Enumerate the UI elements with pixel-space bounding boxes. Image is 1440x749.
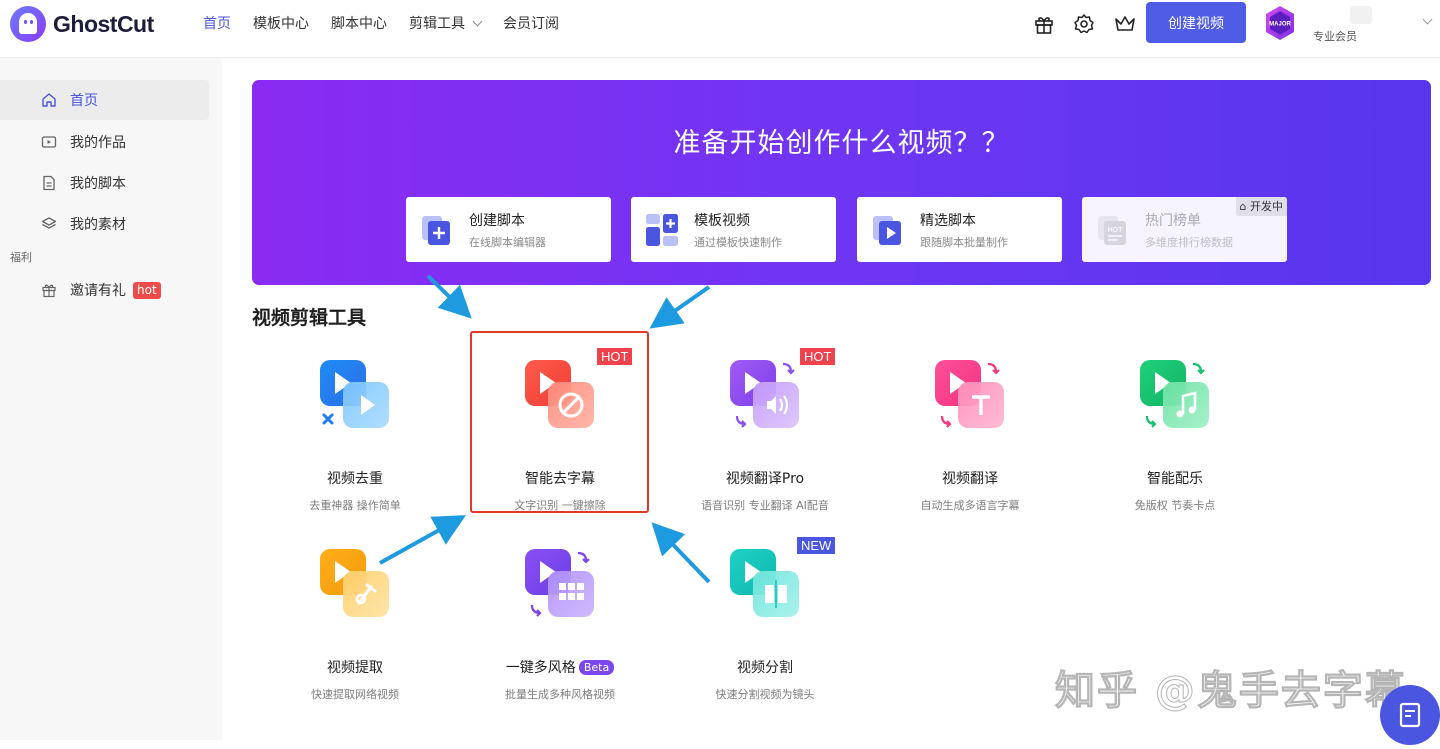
card-title: 创建脚本 <box>469 212 525 229</box>
tool-video-translate-pro[interactable]: 视频翻译Pro 语音识别 专业翻译 AI配音 <box>675 358 855 513</box>
avatar-badge-text: MAJOR <box>1269 22 1291 28</box>
tool-name: 一键多风格 <box>505 660 576 676</box>
nav-edit-tools[interactable]: 剪辑工具 <box>409 13 483 33</box>
highlight-box <box>470 331 649 513</box>
hot-list-icon: HOT <box>1098 215 1126 245</box>
hot-rankings-card: HOT 热门榜单 多维度排行榜数据 ⌂ 开发中 <box>1082 197 1287 262</box>
logo[interactable]: GhostCut <box>10 6 154 42</box>
crown-icon[interactable] <box>1114 13 1136 35</box>
sidebar-group-label: 福利 <box>10 251 32 264</box>
gift-icon <box>42 284 56 298</box>
template-grid-icon <box>646 213 678 246</box>
username-redacted <box>1350 6 1372 24</box>
video-translate-pro-icon <box>730 360 799 428</box>
tool-subtitle: 自动生成多语言字幕 <box>920 499 1020 512</box>
create-video-button[interactable]: 创建视频 <box>1146 2 1246 43</box>
tool-smart-music[interactable]: 智能配乐 免版权 节奏卡点 <box>1085 358 1265 513</box>
arrow-2 <box>649 285 711 329</box>
layers-icon <box>41 217 57 229</box>
home-icon <box>42 93 56 107</box>
tool-multi-style[interactable]: 一键多风格 Beta 批量生成多种风格视频 <box>470 547 650 702</box>
sidebar-item-label: 我的脚本 <box>70 176 126 192</box>
nav-home[interactable]: 首页 <box>203 13 231 33</box>
tool-video-dedup[interactable]: 视频去重 去重神器 操作简单 <box>265 358 445 513</box>
main-nav: 首页 模板中心 脚本中心 剪辑工具 会员订阅 <box>203 0 581 46</box>
tool-subtitle: 快速提取网络视频 <box>311 688 399 701</box>
video-split-icon <box>730 549 799 617</box>
card-title: 精选脚本 <box>920 212 976 229</box>
ghost-logo-icon <box>10 6 46 42</box>
tool-subtitle: 快速分割视频为镜头 <box>715 688 815 701</box>
multi-style-icon <box>525 549 594 617</box>
sidebar-item-label: 邀请有礼 <box>70 283 126 299</box>
tool-name: 视频分割 <box>737 660 793 676</box>
tool-name: 视频翻译 <box>942 471 998 487</box>
card-subtitle: 在线脚本编辑器 <box>469 235 546 249</box>
top-bar: GhostCut 首页 模板中心 脚本中心 剪辑工具 会员订阅 创建视频 MAJ… <box>0 0 1440 58</box>
tool-video-translate[interactable]: 视频翻译 自动生成多语言字幕 <box>880 358 1060 513</box>
hot-badge: hot <box>133 281 161 299</box>
in-development-tag: ⌂ 开发中 <box>1235 197 1287 216</box>
document-icon <box>43 175 55 191</box>
hot-tag: HOT <box>800 348 836 365</box>
watermark: 知乎 @鬼手去字幕 <box>1055 668 1407 715</box>
feedback-button[interactable] <box>1380 685 1440 745</box>
smart-music-icon <box>1140 360 1209 428</box>
sidebar-item-home[interactable]: 首页 <box>0 80 209 120</box>
member-level-label: 专业会员 <box>1313 30 1357 43</box>
logo-text: GhostCut <box>53 10 154 37</box>
gift-icon[interactable] <box>1033 13 1055 35</box>
chevron-down-icon[interactable] <box>1422 14 1433 25</box>
template-video-card[interactable]: 模板视频 通过模板快速制作 <box>631 197 836 262</box>
video-icon <box>41 136 57 148</box>
video-dedup-icon <box>320 360 389 428</box>
gear-icon[interactable] <box>1073 13 1095 35</box>
tool-video-split[interactable]: 视频分割 快速分割视频为镜头 <box>675 547 855 702</box>
sidebar-item-my-scripts[interactable]: 我的脚本 <box>0 163 209 203</box>
card-subtitle: 通过模板快速制作 <box>694 235 782 249</box>
featured-script-card[interactable]: 精选脚本 跟随脚本批量制作 <box>857 197 1062 262</box>
nav-membership[interactable]: 会员订阅 <box>503 13 559 33</box>
avatar[interactable]: MAJOR <box>1262 5 1298 41</box>
sidebar-item-label: 我的作品 <box>70 135 126 151</box>
tool-name: 视频翻译Pro <box>725 471 805 487</box>
add-script-icon <box>422 215 450 245</box>
video-translate-icon <box>935 360 1004 428</box>
tool-subtitle: 语音识别 专业翻译 AI配音 <box>701 499 829 512</box>
nav-script-center[interactable]: 脚本中心 <box>331 13 387 33</box>
hot-icon-text: HOT <box>1108 227 1124 234</box>
create-banner: 准备开始创作什么视频？？ 创建脚本 在线脚本编辑器 模板视频 通过模板快速制作 <box>252 80 1431 285</box>
sidebar-item-invite[interactable]: 邀请有礼 hot <box>0 270 209 310</box>
card-subtitle: 跟随脚本批量制作 <box>920 235 1008 249</box>
play-script-icon <box>873 215 901 245</box>
sidebar: 首页 我的作品 我的脚本 我的素材 福利 邀请有礼 hot <box>0 59 222 740</box>
tool-name-row: 一键多风格 Beta <box>470 657 650 677</box>
lock-icon: ⌂ <box>1239 200 1247 213</box>
nav-edit-tools-label: 剪辑工具 <box>409 16 465 32</box>
tool-subtitle: 去重神器 操作简单 <box>309 499 401 512</box>
section-title: 视频剪辑工具 <box>252 307 367 329</box>
card-title: 热门榜单 <box>1145 212 1201 229</box>
tool-subtitle: 免版权 节奏卡点 <box>1134 499 1216 512</box>
nav-template-center[interactable]: 模板中心 <box>253 13 309 33</box>
sidebar-item-label: 首页 <box>70 93 98 109</box>
feedback-icon <box>1399 702 1421 728</box>
new-tag: NEW <box>797 537 836 554</box>
sidebar-item-my-materials[interactable]: 我的素材 <box>0 204 209 244</box>
create-script-card[interactable]: 创建脚本 在线脚本编辑器 <box>406 197 611 262</box>
in-development-label: 开发中 <box>1250 200 1283 213</box>
tool-video-extract[interactable]: 视频提取 快速提取网络视频 <box>265 547 445 702</box>
sidebar-item-my-works[interactable]: 我的作品 <box>0 122 209 162</box>
sidebar-item-label: 我的素材 <box>70 217 126 233</box>
tool-name: 视频提取 <box>327 660 383 676</box>
banner-title: 准备开始创作什么视频？？ <box>673 128 1010 159</box>
video-extract-icon <box>320 549 389 617</box>
tool-name: 视频去重 <box>327 471 383 487</box>
tool-name: 智能配乐 <box>1147 471 1203 487</box>
chevron-down-icon <box>472 16 483 26</box>
card-subtitle: 多维度排行榜数据 <box>1145 235 1233 249</box>
beta-badge: Beta <box>578 660 615 675</box>
tool-subtitle: 批量生成多种风格视频 <box>505 688 615 701</box>
card-title: 模板视频 <box>694 212 750 229</box>
